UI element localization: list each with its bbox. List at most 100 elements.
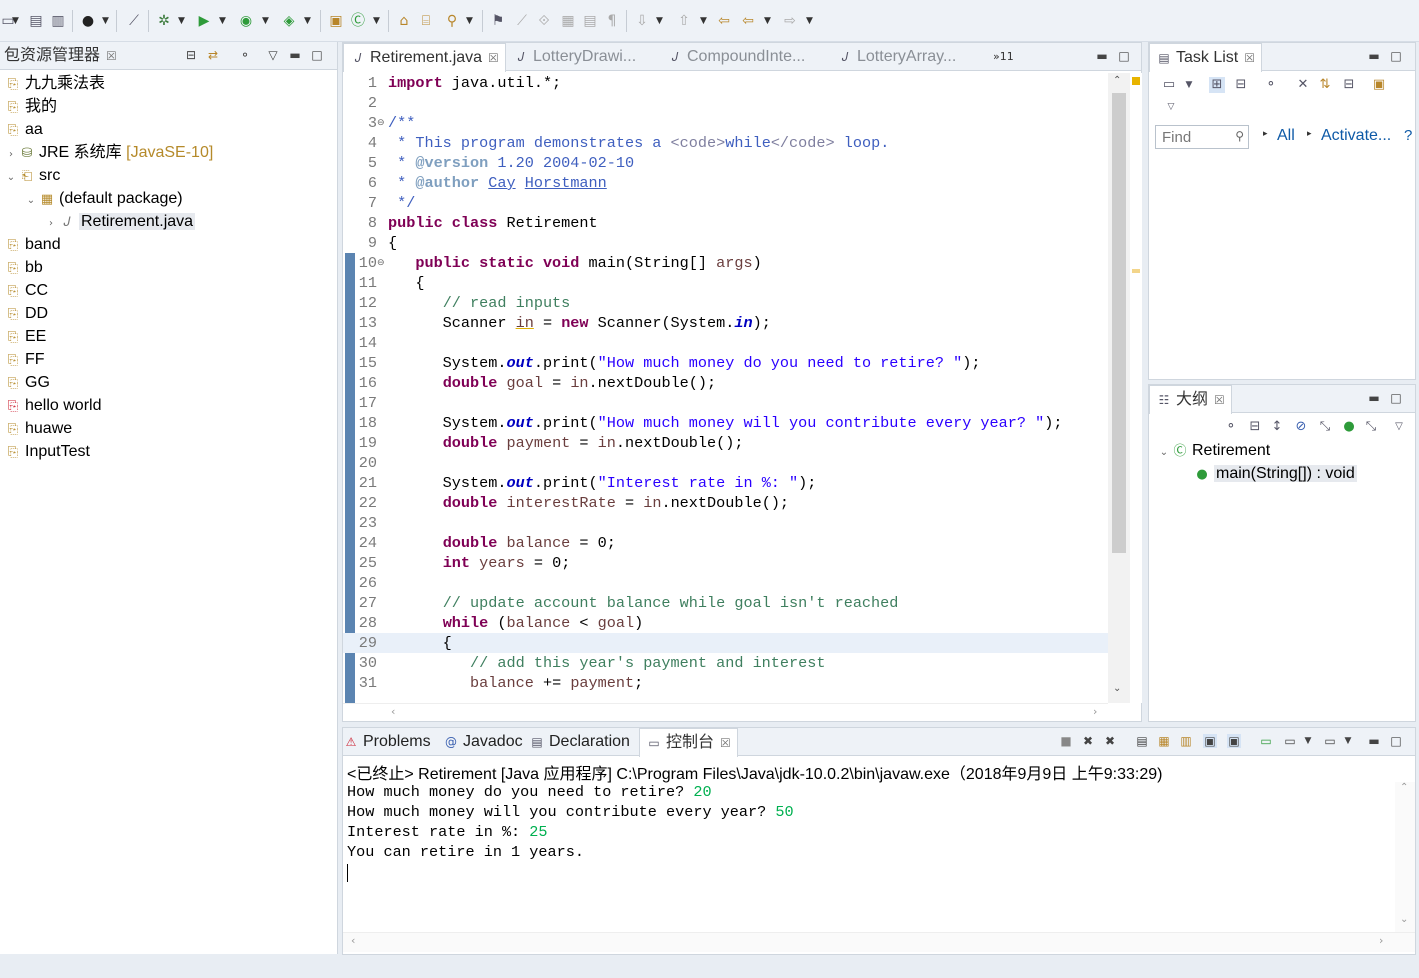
forward-dropdown-icon[interactable]: ▼ — [806, 13, 813, 29]
scroll-right-icon[interactable]: › — [1093, 705, 1097, 718]
project-ee[interactable]: ⎘ EE — [4, 325, 47, 348]
project-jiujiu[interactable]: ⎘ 九九乘法表 — [4, 72, 105, 95]
hide-fields-icon[interactable]: ⊘ — [1293, 419, 1309, 435]
default-package[interactable]: ⌄ ▦ (default package) — [24, 187, 183, 210]
skip-breakpoints-icon[interactable]: ● — [80, 13, 96, 29]
open-type-icon[interactable]: ⌂ — [396, 13, 412, 29]
new-dropdown-icon[interactable]: ▼ — [12, 13, 19, 29]
new-task-icon[interactable]: ▭ — [1161, 77, 1177, 93]
close-icon[interactable]: ☒ — [488, 51, 499, 65]
debug-skip-icon[interactable]: ⟋ — [126, 13, 142, 29]
maximize-icon[interactable]: □ — [1389, 391, 1403, 405]
minimize-icon[interactable]: ▬ — [1367, 391, 1381, 405]
toggle-mark-icon[interactable]: ⟋ — [514, 13, 530, 29]
scroll-lock-icon[interactable]: ▦ — [1157, 734, 1171, 748]
fold-icon[interactable]: ⊖ — [377, 253, 387, 273]
maximize-icon[interactable]: □ — [1389, 734, 1403, 748]
hide-completed-icon[interactable]: ✕ — [1295, 77, 1311, 93]
debug-dropdown-icon[interactable]: ▼ — [178, 13, 185, 29]
close-icon[interactable]: ☒ — [106, 49, 117, 63]
back-dropdown-icon[interactable]: ▼ — [764, 13, 771, 29]
word-wrap-icon[interactable]: ▥ — [1179, 734, 1193, 748]
tab-console[interactable]: ▭ 控制台 ☒ — [639, 728, 738, 757]
run-icon[interactable]: ▶ — [196, 13, 212, 29]
scheduled-icon[interactable]: ⊟ — [1233, 77, 1249, 93]
view-menu-icon[interactable]: ▽ — [1391, 419, 1407, 435]
prev-annotation-icon[interactable]: ⇧ — [676, 13, 692, 29]
scroll-down-icon[interactable]: ⌄ — [1113, 683, 1121, 694]
outline-class-retirement[interactable]: ⌄ Ⓒ Retirement — [1157, 439, 1270, 462]
coverage-dropdown-icon[interactable]: ▼ — [262, 13, 269, 29]
back-icon[interactable]: ⇦ — [740, 13, 756, 29]
scroll-right-icon[interactable]: › — [1379, 934, 1383, 947]
view-menu-icon[interactable]: ▽ — [266, 48, 280, 62]
debug-icon[interactable]: ✲ — [156, 13, 172, 29]
remove-all-icon[interactable]: ✖ — [1103, 734, 1117, 748]
pilcrow-icon[interactable]: ¶ — [604, 13, 620, 29]
external-tools-icon[interactable]: ◈ — [281, 13, 297, 29]
terminate-icon[interactable]: ■ — [1059, 734, 1073, 748]
all-link[interactable]: All — [1277, 127, 1295, 145]
maximize-icon[interactable]: □ — [1389, 49, 1403, 63]
block-selection-icon[interactable]: ⟐ — [536, 13, 552, 29]
show-whitespace-icon[interactable]: ▦ — [560, 13, 576, 29]
activate-link[interactable]: Activate... — [1321, 127, 1391, 145]
scroll-up-icon[interactable]: ⌃ — [1113, 75, 1121, 86]
occurrence-marker-icon[interactable] — [1132, 269, 1140, 273]
search-icon[interactable]: ⚲ — [444, 13, 460, 29]
prev-annotation-dropdown-icon[interactable]: ▼ — [700, 13, 707, 29]
tab-problems[interactable]: ⚠ Problems — [343, 728, 431, 756]
new-task-dropdown-icon[interactable]: ▼ — [1181, 77, 1197, 93]
editor-horizontal-scrollbar[interactable]: ‹ › — [343, 703, 1108, 721]
show-on-error-icon[interactable]: ▣ — [1227, 734, 1241, 748]
next-annotation-icon[interactable]: ⇩ — [634, 13, 650, 29]
focus-icon[interactable]: ⚬ — [1223, 419, 1239, 435]
skip-dropdown-icon[interactable]: ▼ — [102, 13, 109, 29]
close-icon[interactable]: ☒ — [720, 736, 731, 750]
remove-launch-icon[interactable]: ✖ — [1081, 734, 1095, 748]
display-console-dropdown-icon[interactable]: ▼ — [1301, 734, 1315, 748]
open-console-dropdown-icon[interactable]: ▼ — [1341, 734, 1355, 748]
presentation-icon[interactable]: ▣ — [1371, 77, 1387, 93]
jre-library[interactable]: › ⛁ JRE 系统库 [JavaSE-10] — [4, 141, 213, 164]
coverage-icon[interactable]: ◉ — [238, 13, 254, 29]
new-java-project-icon[interactable]: ▣ — [328, 13, 344, 29]
synchronize-icon[interactable]: ⇅ — [1317, 77, 1333, 93]
editor-vertical-scrollbar[interactable]: ⌃ ⌄ — [1108, 73, 1130, 703]
src-folder[interactable]: ⌄ ⎗ src — [4, 164, 61, 187]
sort-icon[interactable]: ↕ — [1269, 419, 1285, 435]
search-dropdown-icon[interactable]: ▼ — [466, 13, 473, 29]
project-aa[interactable]: ⎘ aa — [4, 118, 43, 141]
minimize-icon[interactable]: ▬ — [1367, 734, 1381, 748]
find-input[interactable]: Find ⚲ — [1155, 125, 1249, 149]
close-icon[interactable]: ☒ — [1214, 393, 1225, 407]
project-wode[interactable]: ⎘ 我的 — [4, 95, 57, 118]
clear-console-icon[interactable]: ▤ — [1135, 734, 1149, 748]
project-huawe[interactable]: ⎘ huawe — [4, 417, 72, 440]
minimize-icon[interactable]: ▬ — [1367, 49, 1381, 63]
project-inputtest[interactable]: ⎘ InputTest — [4, 440, 90, 463]
close-icon[interactable]: ☒ — [1244, 51, 1255, 65]
console-vertical-scrollbar[interactable]: ⌃ ⌄ — [1395, 782, 1415, 932]
project-bb[interactable]: ⎘ bb — [4, 256, 43, 279]
chevron-down-icon[interactable]: ⌄ — [24, 189, 38, 212]
pin-console-icon[interactable]: ▭ — [1259, 734, 1273, 748]
run-dropdown-icon[interactable]: ▼ — [219, 13, 226, 29]
project-cc[interactable]: ⎘ CC — [4, 279, 48, 302]
categorized-icon[interactable]: ⊞ — [1209, 77, 1225, 93]
project-band[interactable]: ⎘ band — [4, 233, 61, 256]
code-text-area[interactable]: 1 import java.util.*; 2 3 ⊖/** 4 * This pr… — [343, 73, 1108, 703]
chevron-right-icon[interactable]: › — [44, 212, 58, 235]
project-hello-world[interactable]: ⎘ hello world — [4, 394, 102, 417]
display-console-icon[interactable]: ▭ — [1283, 734, 1297, 748]
tab-outline[interactable]: ☷ 大纲 ☒ — [1149, 385, 1232, 414]
tab-compound-interest[interactable]: 𝐽 CompoundInte... — [667, 43, 805, 71]
console-output[interactable]: How much money do you need to retire? 20… — [343, 782, 1395, 932]
tab-retirement-java[interactable]: 𝐽 Retirement.java ☒ — [343, 43, 506, 72]
save-all-icon[interactable]: ▥ — [50, 13, 66, 29]
annotation-icon[interactable]: ⚑ — [490, 13, 506, 29]
scroll-down-icon[interactable]: ⌄ — [1400, 914, 1408, 925]
minimize-icon[interactable]: ▬ — [288, 48, 302, 62]
next-annotation-dropdown-icon[interactable]: ▼ — [656, 13, 663, 29]
help-icon[interactable]: ? — [1404, 127, 1412, 144]
